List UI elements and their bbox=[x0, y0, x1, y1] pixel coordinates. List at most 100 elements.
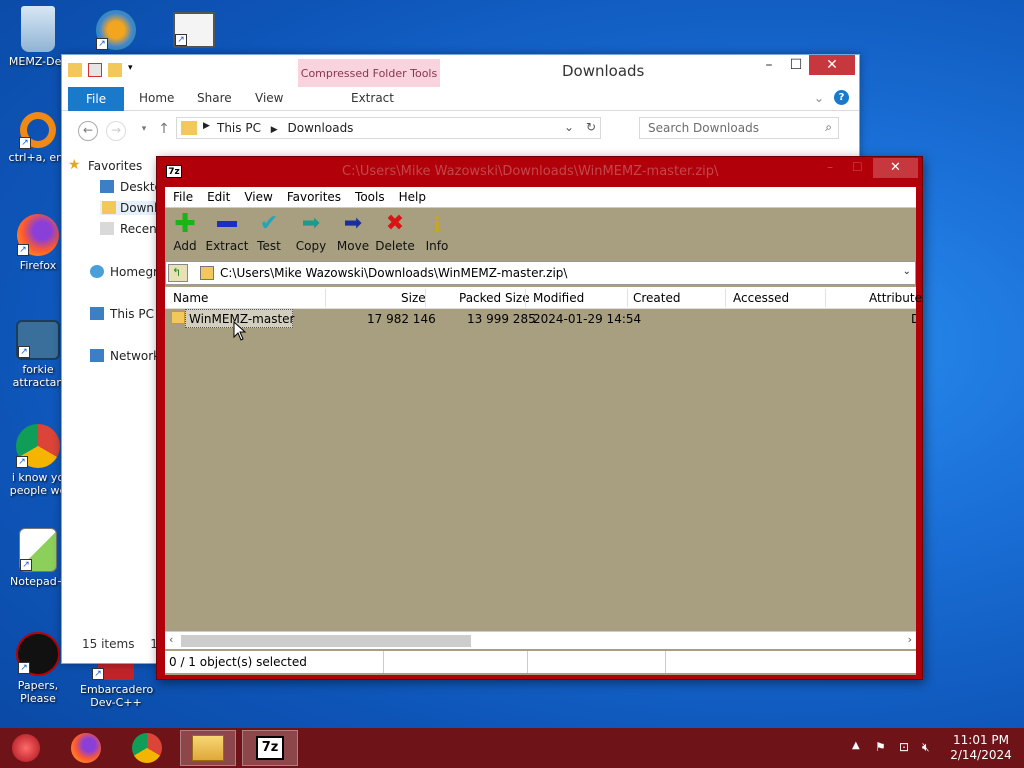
delete-button[interactable]: ✖ Delete bbox=[373, 213, 417, 254]
nav-network[interactable]: Network bbox=[90, 349, 160, 363]
desktop-icon-devcpp[interactable]: ↗ Embarcadero Dev-C++ bbox=[80, 662, 153, 709]
table-row[interactable]: WinMEMZ-master 17 982 146 13 999 285 202… bbox=[165, 309, 916, 329]
show-hidden-icons-icon[interactable]: ▲ bbox=[852, 740, 860, 751]
tab-extract[interactable]: Extract bbox=[351, 91, 394, 105]
column-separator[interactable] bbox=[425, 289, 426, 307]
test-button[interactable]: ✔ Test bbox=[247, 213, 291, 254]
recent-places-icon bbox=[100, 222, 114, 235]
tab-view[interactable]: View bbox=[255, 91, 283, 105]
up-button[interactable]: ↑ bbox=[154, 121, 174, 141]
nav-favorites[interactable]: ★ Favorites bbox=[68, 157, 143, 173]
column-name[interactable]: Name bbox=[173, 291, 208, 305]
network-icon[interactable]: ⊡ bbox=[899, 740, 909, 754]
desktop-icon-label: Papers, Please bbox=[17, 679, 59, 705]
column-separator[interactable] bbox=[525, 289, 526, 307]
shortcut-arrow-icon: ↗ bbox=[96, 38, 108, 50]
column-separator[interactable] bbox=[627, 289, 628, 307]
explorer-address-bar[interactable]: ▶ This PC ▶ Downloads ⌄ ↻ bbox=[176, 117, 601, 139]
explorer-search-input[interactable]: Search Downloads ⌕ bbox=[639, 117, 839, 139]
menu-favorites[interactable]: Favorites bbox=[287, 190, 341, 204]
help-icon[interactable]: ? bbox=[834, 90, 849, 105]
scroll-left-icon[interactable]: ‹ bbox=[169, 633, 173, 646]
scroll-right-icon[interactable]: › bbox=[908, 633, 912, 646]
explorer-address-row: ← → ▾ ↑ ▶ This PC ▶ Downloads ⌄ ↻ Search… bbox=[62, 115, 859, 145]
start-button[interactable] bbox=[0, 730, 52, 766]
papers-please-icon: ↗ bbox=[16, 632, 60, 676]
desktop-icon-label: forkie attractan bbox=[12, 363, 64, 389]
up-folder-button[interactable]: ↰ bbox=[168, 264, 188, 282]
folder-icon[interactable] bbox=[68, 63, 82, 77]
chevron-down-icon[interactable]: ▾ bbox=[128, 63, 136, 77]
action-center-flag-icon[interactable]: ⚑ bbox=[875, 740, 886, 754]
7zip-path-bar[interactable]: ↰ C:\Users\Mike Wazowski\Downloads\WinME… bbox=[165, 261, 916, 285]
column-modified[interactable]: Modified bbox=[533, 291, 584, 305]
add-button[interactable]: ✚ Add bbox=[163, 211, 207, 253]
menu-edit[interactable]: Edit bbox=[207, 190, 230, 204]
shortcut-arrow-icon: ↗ bbox=[16, 456, 28, 468]
scrollbar-thumb[interactable] bbox=[181, 635, 471, 647]
properties-icon[interactable] bbox=[88, 63, 102, 77]
column-accessed[interactable]: Accessed bbox=[733, 291, 789, 305]
taskbar-clock[interactable]: 11:01 PM 2/14/2024 bbox=[944, 733, 1018, 763]
desktop-icon-window[interactable]: ↗ bbox=[158, 12, 230, 51]
menu-file[interactable]: File bbox=[173, 190, 193, 204]
7zip-titlebar[interactable]: 7z C:\Users\Mike Wazowski\Downloads\WinM… bbox=[157, 157, 922, 187]
maximize-button[interactable]: ☐ bbox=[782, 55, 810, 75]
move-button[interactable]: ➡ Move bbox=[331, 213, 375, 254]
status-separator bbox=[665, 651, 666, 673]
maximize-button[interactable]: ☐ bbox=[852, 160, 872, 174]
compressed-folder-tools-tab[interactable]: Compressed Folder Tools bbox=[298, 59, 440, 87]
close-button[interactable]: ✕ bbox=[809, 55, 855, 75]
taskbar-7zip[interactable]: 7z bbox=[242, 730, 298, 766]
copy-button[interactable]: ➡ Copy bbox=[289, 211, 333, 254]
extract-button[interactable]: Extract bbox=[205, 213, 249, 253]
forward-button[interactable]: → bbox=[106, 121, 126, 141]
column-size[interactable]: Size bbox=[401, 291, 426, 305]
chrome-icon: ↗ bbox=[16, 424, 60, 468]
homegroup-icon bbox=[90, 265, 104, 278]
close-button[interactable]: ✕ bbox=[873, 158, 918, 178]
7zip-app-icon[interactable]: 7z bbox=[166, 165, 182, 178]
tab-file[interactable]: File bbox=[68, 87, 124, 111]
menu-tools[interactable]: Tools bbox=[355, 190, 385, 204]
horizontal-scrollbar[interactable]: ‹ › bbox=[165, 631, 916, 649]
column-packed-size[interactable]: Packed Size bbox=[459, 291, 530, 305]
navigation-pane: ★ Favorites Deskto Downlo Recent Homegro … bbox=[62, 151, 169, 641]
menu-view[interactable]: View bbox=[244, 190, 272, 204]
back-button[interactable]: ← bbox=[78, 121, 98, 141]
copy-arrow-icon: ➡ bbox=[301, 211, 321, 236]
desktop-icon-app-blue[interactable]: ↗ bbox=[80, 10, 152, 53]
chevron-down-icon[interactable]: ⌄ bbox=[564, 120, 574, 134]
nav-this-pc[interactable]: This PC bbox=[90, 307, 154, 321]
info-icon: i bbox=[433, 212, 441, 236]
taskbar-file-explorer[interactable] bbox=[180, 730, 236, 766]
info-button[interactable]: i Info bbox=[415, 213, 459, 253]
minimize-button[interactable]: – bbox=[755, 55, 783, 75]
taskbar-firefox[interactable] bbox=[58, 730, 114, 766]
nav-label: Favorites bbox=[88, 159, 143, 173]
7zip-path-input[interactable]: C:\Users\Mike Wazowski\Downloads\WinMEMZ… bbox=[220, 266, 567, 280]
column-created[interactable]: Created bbox=[633, 291, 681, 305]
column-separator[interactable] bbox=[725, 289, 726, 307]
recent-locations-icon[interactable]: ▾ bbox=[134, 121, 154, 141]
refresh-icon[interactable]: ↻ bbox=[586, 120, 596, 134]
minimize-button[interactable]: – bbox=[827, 160, 847, 174]
recycle-bin-icon bbox=[21, 6, 55, 52]
explorer-titlebar[interactable]: ▾ Compressed Folder Tools Downloads – ☐ … bbox=[62, 55, 859, 87]
column-attributes[interactable]: Attribute bbox=[869, 291, 922, 305]
breadcrumb-this-pc[interactable]: This PC bbox=[217, 121, 261, 135]
tab-share[interactable]: Share bbox=[197, 91, 232, 105]
7zip-window[interactable]: 7z C:\Users\Mike Wazowski\Downloads\WinM… bbox=[156, 156, 923, 680]
column-separator[interactable] bbox=[325, 289, 326, 307]
taskbar-chrome[interactable] bbox=[119, 730, 175, 766]
chevron-down-icon[interactable]: ⌄ bbox=[903, 266, 911, 277]
status-separator bbox=[383, 651, 384, 673]
tab-home[interactable]: Home bbox=[139, 91, 174, 105]
breadcrumb-downloads[interactable]: Downloads bbox=[288, 121, 354, 135]
menu-help[interactable]: Help bbox=[399, 190, 426, 204]
column-separator[interactable] bbox=[825, 289, 826, 307]
ribbon-expand-icon[interactable]: ⌄ bbox=[814, 91, 824, 105]
new-folder-icon[interactable] bbox=[108, 63, 122, 77]
volume-muted-icon[interactable]: 🔇︎ bbox=[922, 740, 930, 755]
nav-label: This PC bbox=[110, 307, 154, 321]
